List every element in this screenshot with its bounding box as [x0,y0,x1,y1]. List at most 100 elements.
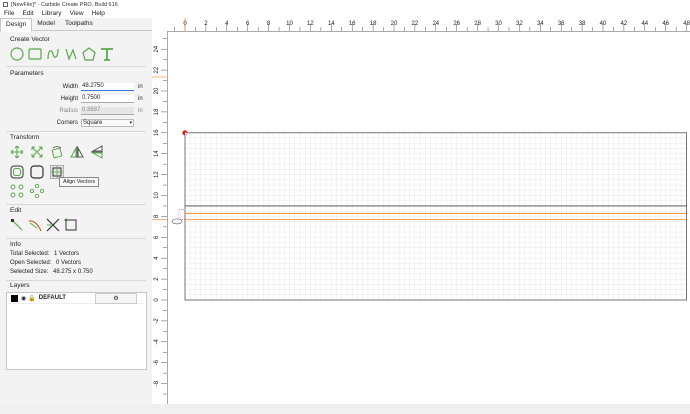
horizontal-ruler: 0246810121416182022242628303234363840424… [167,18,690,32]
mirror-vertical-icon[interactable] [90,145,104,159]
ruler-label-y: 18 [154,108,160,115]
radius-field: 0.3937 [81,106,134,115]
ruler-label-y: -2 [154,318,160,324]
ruler-label-x: 20 [391,21,398,27]
app-icon [3,2,8,7]
polyline-icon[interactable] [64,47,78,61]
height-label: Height [60,95,78,102]
layer-settings-button[interactable]: ⚙ [95,293,137,304]
ruler-label-x: 30 [495,21,502,27]
tab-model[interactable]: Model [32,18,60,30]
text-icon[interactable] [100,47,114,61]
transform-title: Transform [10,134,40,141]
edit-title: Edit [10,207,22,214]
vertical-ruler: 242220181614121086420-2-4-6-8 [152,31,168,404]
grid [184,132,687,301]
curve-icon[interactable] [46,47,60,61]
menu-edit[interactable]: Edit [18,10,37,17]
node-edit-icon[interactable] [10,218,24,232]
divider [6,204,146,205]
ruler-label-x: 0 [183,21,187,27]
ruler-label-x: 48 [683,21,690,27]
title-bar: [NewFile]* - Carbide Create PRO, Build 6… [0,0,690,9]
radius-label: Radius [59,107,78,114]
array-icon[interactable] [10,184,24,198]
width-field[interactable]: 48.2750 [81,82,134,91]
scale-icon[interactable] [30,145,44,159]
rotate-icon[interactable] [50,145,64,159]
selected-size-label: Selected Size: [10,269,49,275]
ruler-label-x: 14 [328,21,335,27]
ruler-label-x: 26 [453,21,460,27]
create-vector-title: Create Vector [10,36,50,43]
tooltip: Align Vectors [59,177,100,187]
ruler-label-x: 32 [516,21,523,27]
ruler-label-x: 10 [286,21,293,27]
ruler-label-y: 4 [154,256,160,260]
ruler-label-x: 28 [474,21,481,27]
height-field[interactable]: 0.7500 [81,94,134,103]
panel-tabs: Design Model Toolpaths [0,18,152,32]
corners-value: Square [83,119,103,126]
ruler-label-y: 12 [154,171,160,178]
layer-row[interactable]: ◉ 🔒 DEFAULT ⚙ [7,293,144,304]
ruler-label-x: 46 [662,21,669,27]
window-title: [NewFile]* - Carbide Create PRO, Build 6… [11,1,118,8]
trim-icon[interactable] [28,218,42,232]
ruler-label-x: 18 [370,21,377,27]
design-canvas[interactable] [168,32,690,404]
layer-color-swatch[interactable] [11,294,18,302]
corners-select[interactable]: Square ▾ [81,118,134,127]
divider [6,66,146,67]
ruler-label-y: 14 [154,150,160,157]
eye-icon[interactable]: ◉ [21,295,26,302]
ruler-label-y: 16 [154,129,160,136]
open-selected: Open Selected: 0 Vectors [10,260,81,266]
move-icon[interactable] [10,145,24,159]
polygon-icon[interactable] [82,47,96,61]
ruler-label-x: 22 [412,21,419,27]
selection-handle[interactable] [178,209,186,220]
pan-handle[interactable] [171,218,183,225]
total-selected-label: Total Selected: [10,251,50,257]
menu-bar: File Edit Library View Help [0,9,690,18]
menu-help[interactable]: Help [88,10,109,17]
ruler-label-x: 12 [307,21,314,27]
layers-list: ◉ 🔒 DEFAULT ⚙ [6,292,147,370]
ruler-label-x: 2 [204,21,208,27]
corners-label: Corners [56,119,78,126]
ruler-corner [152,18,168,32]
divider [6,131,146,132]
ruler-label-y: 22 [154,66,160,73]
chevron-down-icon: ▾ [129,119,132,126]
ruler-label-y: 24 [154,45,160,52]
divider [6,280,146,281]
layers-title: Layers [10,282,30,289]
boundary-icon[interactable] [64,218,78,232]
menu-library[interactable]: Library [38,10,66,17]
tab-toolpaths[interactable]: Toolpaths [60,18,98,30]
radius-row: Radius 0.3937 in [50,106,143,115]
menu-file[interactable]: File [0,10,18,17]
info-title: Info [10,241,21,248]
height-unit: in [138,95,143,102]
ruler-label-y: 20 [154,87,160,94]
tab-design[interactable]: Design [0,18,33,32]
ruler-label-x: 6 [246,21,250,27]
menu-view[interactable]: View [66,10,88,17]
width-unit: in [138,83,143,90]
circular-array-icon[interactable] [30,184,44,198]
lock-icon[interactable]: 🔒 [28,295,35,302]
circle-icon[interactable] [10,47,24,61]
ruler-label-x: 24 [432,21,439,27]
cut-icon[interactable] [46,218,60,232]
ruler-label-y: -8 [154,380,160,386]
mirror-horizontal-icon[interactable] [70,145,84,159]
layer-name[interactable]: DEFAULT [39,295,66,301]
offset-icon[interactable] [10,165,24,179]
open-selected-label: Open Selected: [10,260,52,266]
fillet-icon[interactable] [30,165,44,179]
parameters-title: Parameters [10,70,44,77]
rectangle-icon[interactable] [28,47,42,61]
height-row: Height 0.7500 in [50,94,143,103]
